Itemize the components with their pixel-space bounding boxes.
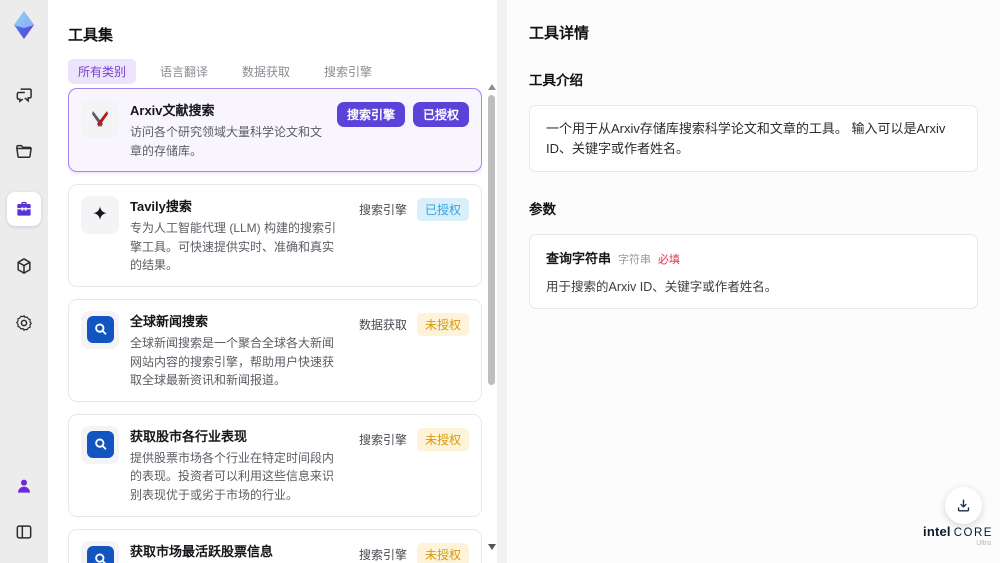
detail-title: 工具详情 — [529, 25, 590, 42]
tab-2[interactable]: 数据获取 — [232, 59, 300, 84]
tool-card[interactable]: 全球新闻搜索全球新闻搜索是一个聚合全球各大新闻网站内容的搜索引擎，帮助用户快速获… — [68, 298, 482, 402]
param-header: 查询字符串 字符串 必填 — [546, 248, 961, 267]
tool-card[interactable]: 获取股市各行业表现提供股票市场各个行业在特定时间段内的表现。投资者可以利用这些信… — [68, 413, 482, 517]
category-badge: 搜索引擎 — [336, 102, 405, 127]
param-description: 用于搜索的Arxiv ID、关键字或作者姓名。 — [546, 280, 778, 294]
page-title: 工具集 — [68, 27, 114, 44]
tool-description: 提供股票市场各个行业在特定时间段内的表现。投资者可以利用这些信息来识别表现优于或… — [130, 450, 335, 502]
param-type: 字符串 — [618, 254, 652, 266]
scrollbar-thumb[interactable] — [488, 95, 495, 385]
tool-name: Tavily搜索 — [130, 199, 192, 215]
scroll-down-arrow-icon[interactable] — [488, 544, 496, 550]
params-heading: 参数 — [529, 202, 556, 217]
tool-card[interactable]: Tavily搜索专为人工智能代理 (LLM) 构建的搜索引擎工具。可快速提供实时… — [68, 184, 482, 287]
rail-bottom — [0, 469, 48, 549]
ultra-wordmark: Ultra — [976, 540, 991, 547]
tool-name: 获取股市各行业表现 — [130, 428, 248, 444]
tab-0[interactable]: 所有类别 — [68, 59, 137, 84]
tool-card[interactable]: 获取市场最活跃股票信息提供当天交易量最高的股票列表。投资者可以利用这些信息来识别… — [68, 528, 482, 563]
intro-text: 一个用于从Arxiv存储库搜索科学论文和文章的工具。 输入可以是Arxiv ID… — [546, 121, 946, 156]
download-button[interactable] — [945, 487, 982, 524]
user-profile-icon[interactable] — [7, 469, 41, 503]
intro-heading: 工具介绍 — [529, 73, 583, 88]
app-logo-icon[interactable] — [7, 8, 41, 42]
intro-box: 一个用于从Arxiv存储库搜索科学论文和文章的工具。 输入可以是Arxiv ID… — [529, 105, 978, 172]
search-blue-icon — [81, 310, 119, 349]
star-icon — [81, 196, 119, 235]
download-icon — [957, 499, 970, 512]
search-blue-icon — [81, 425, 119, 464]
intel-core-logo: intel CORE Ultra — [923, 524, 993, 547]
intel-wordmark: intel — [923, 524, 951, 539]
settings-gear-icon[interactable] — [7, 306, 41, 340]
cube-icon[interactable] — [7, 249, 41, 283]
auth-status-badge: 未授权 — [416, 542, 469, 563]
detail-panel: 工具详情 工具介绍 一个用于从Arxiv存储库搜索科学论文和文章的工具。 输入可… — [507, 0, 1000, 563]
auth-status-badge: 未授权 — [416, 312, 469, 336]
category-badge: 搜索引擎 — [358, 203, 407, 218]
list-scrollbar[interactable] — [486, 82, 498, 552]
param-required-badge: 必填 — [658, 254, 681, 266]
arxiv-icon — [81, 100, 119, 138]
tab-3[interactable]: 搜索引擎 — [314, 59, 382, 84]
category-badge: 数据获取 — [358, 317, 407, 332]
tool-name: Arxiv文献搜索 — [130, 103, 215, 118]
toolbox-icon[interactable] — [7, 192, 41, 226]
category-badge: 搜索引擎 — [358, 547, 407, 562]
auth-status-badge: 已授权 — [416, 198, 469, 222]
tool-description: 专为人工智能代理 (LLM) 构建的搜索引擎工具。可快速提供实时、准确和真实的结… — [130, 221, 337, 273]
auth-status-badge: 未授权 — [416, 427, 469, 451]
core-wordmark: CORE — [953, 527, 993, 539]
folder-icon[interactable] — [7, 135, 41, 169]
rail-nav — [7, 78, 41, 340]
scroll-up-arrow-icon[interactable] — [488, 84, 496, 90]
tool-list: Arxiv文献搜索 访问各个研究领域大量科学论文和文章的存储库。 搜索引擎 已授权 Ta… — [68, 88, 482, 563]
tools-panel: 工具集 所有类别 语言翻译 数据获取 搜索引擎 Arxiv文献搜索 访问各个研究领域大量… — [48, 0, 497, 563]
param-name: 查询字符串 — [546, 251, 612, 266]
category-tabs: 所有类别 语言翻译 数据获取 搜索引擎 — [68, 59, 382, 84]
collapse-panel-icon[interactable] — [7, 515, 41, 549]
auth-status-badge: 已授权 — [412, 102, 469, 127]
tool-name: 全球新闻搜索 — [130, 313, 209, 329]
search-blue-icon — [81, 540, 119, 563]
icon-rail — [0, 0, 48, 563]
chat-icon[interactable] — [7, 78, 41, 112]
category-badge: 搜索引擎 — [358, 432, 407, 447]
app-window: 工具集 所有类别 语言翻译 数据获取 搜索引擎 Arxiv文献搜索 访问各个研究领域大量… — [0, 0, 1000, 563]
param-box: 查询字符串 字符串 必填 用于搜索的Arxiv ID、关键字或作者姓名。 — [529, 234, 978, 309]
tool-description: 访问各个研究领域大量科学论文和文章的存储库。 — [130, 125, 323, 158]
tool-name: 获取市场最活跃股票信息 — [130, 543, 274, 559]
tool-description: 全球新闻搜索是一个聚合全球各大新闻网站内容的搜索引擎，帮助用户快速获取全球最新资… — [130, 335, 335, 388]
tab-1[interactable]: 语言翻译 — [150, 59, 218, 84]
tool-card[interactable]: Arxiv文献搜索访问各个研究领域大量科学论文和文章的存储库。 搜索引擎 已授权 — [68, 88, 482, 173]
